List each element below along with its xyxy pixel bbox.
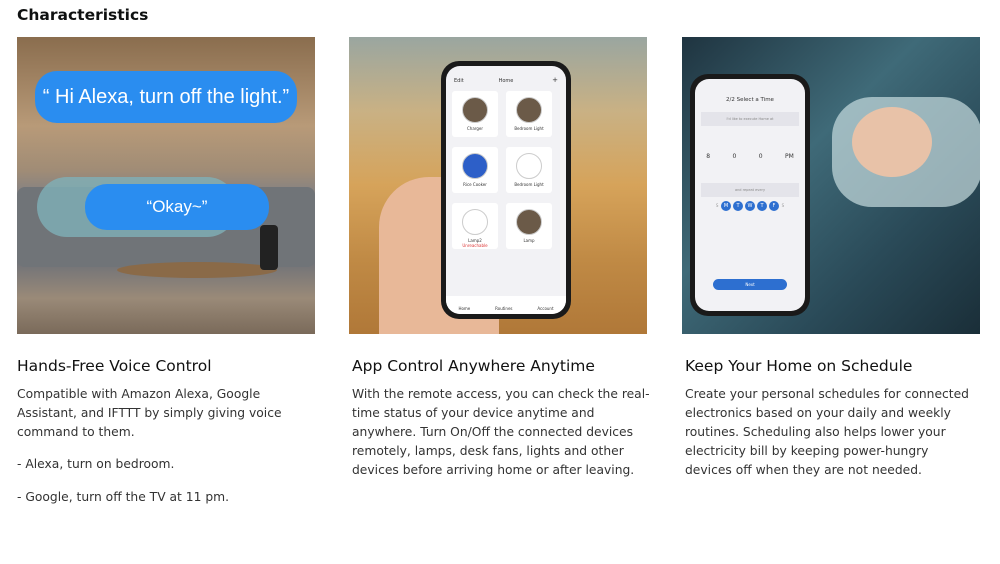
device-tile[interactable]: Rice Cooker bbox=[452, 147, 498, 193]
device-tile[interactable]: Bedroom Light bbox=[506, 147, 552, 193]
app-title: Home bbox=[498, 78, 514, 84]
day-thu[interactable]: T bbox=[757, 201, 767, 211]
day-sun[interactable]: S bbox=[716, 203, 719, 208]
tab-home[interactable]: Home bbox=[458, 306, 470, 311]
day-tue[interactable]: T bbox=[733, 201, 743, 211]
tab-routines[interactable]: Routines bbox=[495, 306, 512, 311]
day-wed[interactable]: W bbox=[745, 201, 755, 211]
card-text: With the remote access, you can check th… bbox=[352, 387, 650, 477]
voice-bubble: “ Hi Alexa, turn off the light.” bbox=[35, 71, 297, 123]
card-text: - Alexa, turn on bedroom. bbox=[17, 457, 175, 471]
device-tile[interactable]: Charger bbox=[452, 91, 498, 137]
phone: Edit Home + Charger Bedroom Light Rice C… bbox=[441, 61, 571, 319]
echo-speaker bbox=[260, 225, 278, 270]
section-title: Characteristics bbox=[17, 6, 149, 24]
screen-title: 2/2 Select a Time bbox=[726, 97, 774, 103]
card-heading: Keep Your Home on Schedule bbox=[685, 357, 913, 375]
day-fri[interactable]: F bbox=[769, 201, 779, 211]
device-tile[interactable]: Lamp bbox=[506, 203, 552, 249]
reply-bubble: “Okay~” bbox=[85, 184, 269, 230]
tab-account[interactable]: Account bbox=[537, 306, 553, 311]
card-schedule: 2/2 Select a Time I'd like to execute Ho… bbox=[682, 37, 980, 334]
sleeping-child bbox=[852, 107, 932, 177]
card-text: Compatible with Amazon Alexa, Google Ass… bbox=[17, 387, 282, 439]
device-tile[interactable]: Lamp2 Unreachable bbox=[452, 203, 498, 249]
day-mon[interactable]: M bbox=[721, 201, 731, 211]
schedule-image: 2/2 Select a Time I'd like to execute Ho… bbox=[682, 37, 980, 334]
card-voice-control: “ Hi Alexa, turn off the light.” “Okay~” bbox=[17, 37, 315, 334]
card-heading: App Control Anywhere Anytime bbox=[352, 357, 595, 375]
day-selector: S MTWTF S bbox=[695, 201, 805, 211]
card-text: Create your personal schedules for conne… bbox=[685, 387, 969, 477]
day-sat[interactable]: S bbox=[782, 203, 785, 208]
phone: 2/2 Select a Time I'd like to execute Ho… bbox=[690, 74, 810, 316]
card-text: - Google, turn off the TV at 11 pm. bbox=[17, 490, 230, 504]
coffee-table bbox=[117, 262, 277, 278]
next-button[interactable]: Next bbox=[713, 279, 787, 290]
card-app-control: Edit Home + Charger Bedroom Light Rice C… bbox=[349, 37, 647, 334]
app-control-image: Edit Home + Charger Bedroom Light Rice C… bbox=[349, 37, 647, 334]
voice-control-image: “ Hi Alexa, turn off the light.” “Okay~” bbox=[17, 37, 315, 334]
tab-bar: Home Routines Account bbox=[446, 296, 566, 314]
device-tile[interactable]: Bedroom Light bbox=[506, 91, 552, 137]
add-button[interactable]: + bbox=[552, 76, 558, 84]
time-picker[interactable]: 8 0 0 PM bbox=[695, 153, 805, 160]
card-heading: Hands-Free Voice Control bbox=[17, 357, 212, 375]
